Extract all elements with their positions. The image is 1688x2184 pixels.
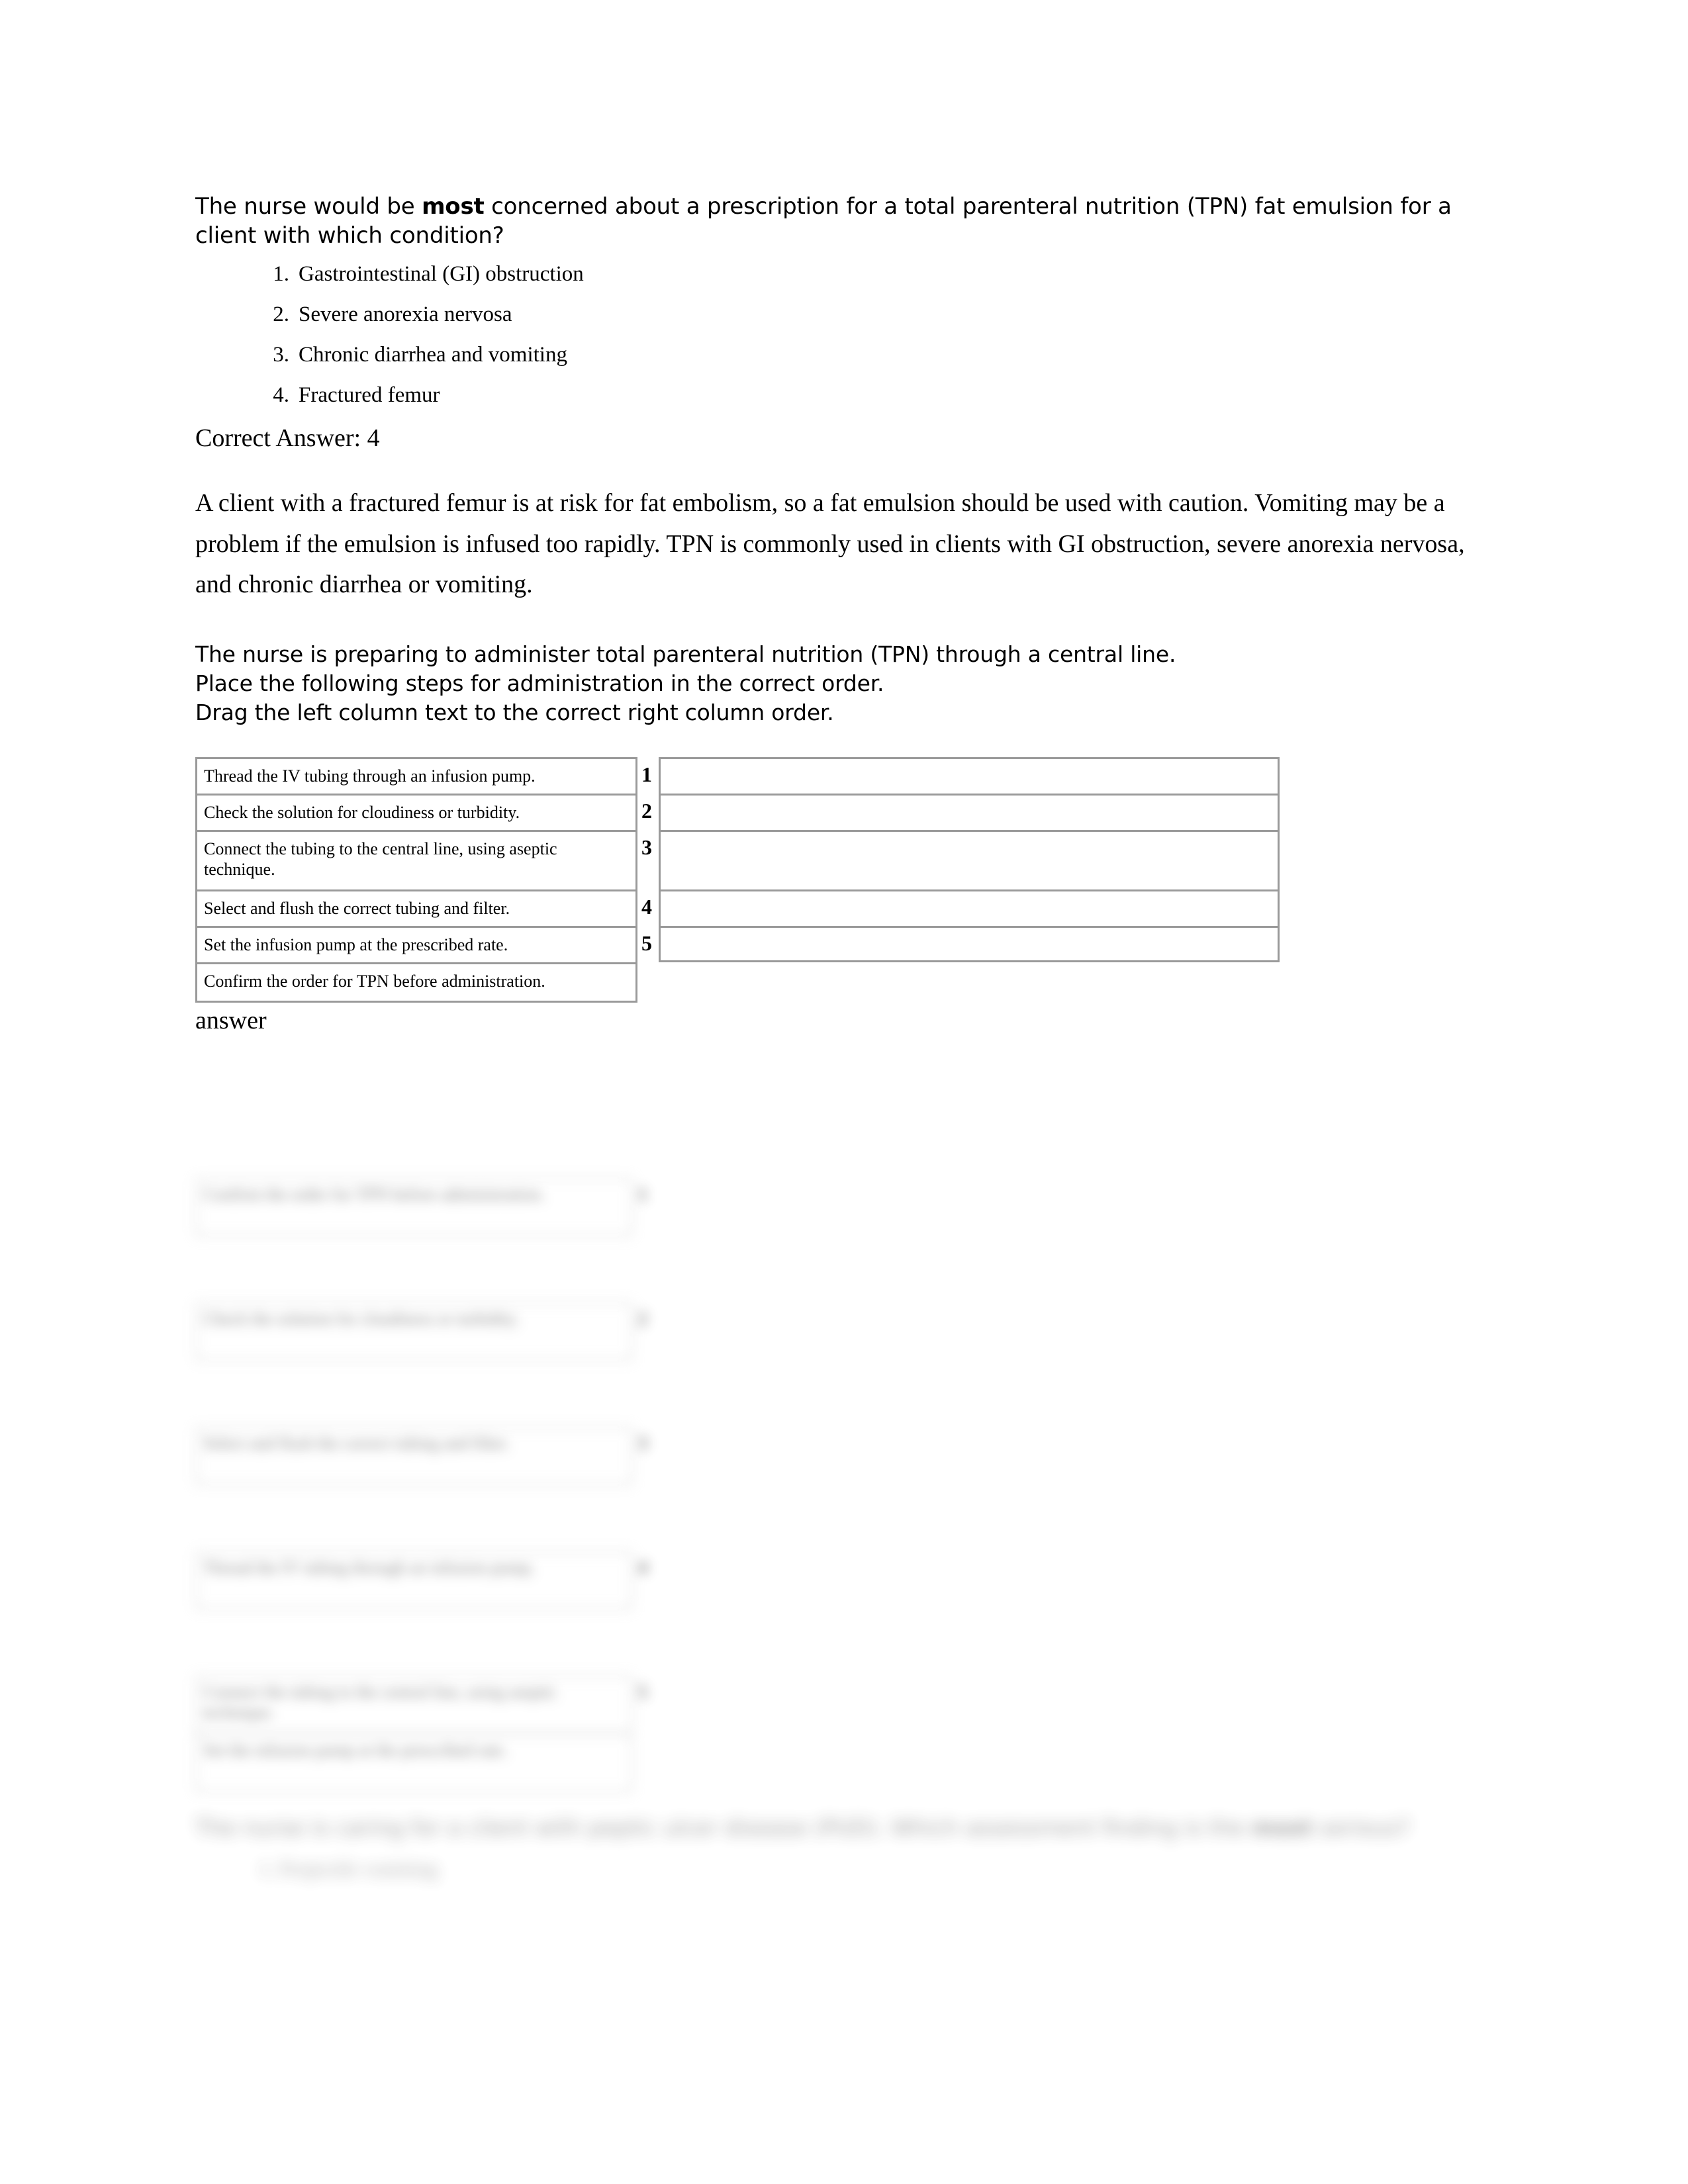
question-3-stem-part-2: serious? [1312, 1815, 1410, 1841]
question-3-stem-part-1: The nurse is caring for a client with pe… [195, 1815, 1252, 1841]
drop-slot-row: 4 [640, 889, 1280, 926]
question-2-instruction: Drag the left column text to the correct… [195, 700, 834, 726]
answer-key-text: Thread the IV tubing through an infusion… [195, 1551, 632, 1610]
question-3-stem: The nurse is caring for a client with pe… [195, 1813, 1479, 1843]
question-2-stem-line-1: The nurse is preparing to administer tot… [195, 641, 1176, 668]
drag-source-column: Thread the IV tubing through an infusion… [195, 756, 637, 1003]
answer-key-number: 2 [637, 1308, 647, 1330]
drop-slot-box[interactable] [659, 793, 1280, 830]
document-content: The nurse would be most concerned about … [195, 192, 1479, 1880]
answer-key-number: 5 [637, 1681, 647, 1703]
answer-key-text: Select and flush the correct tubing and … [195, 1427, 632, 1485]
answer-label: answer [195, 1006, 267, 1034]
answer-key-number: 1 [637, 1183, 647, 1205]
answer-key-row: Confirm the order for TPN before adminis… [195, 1178, 1479, 1236]
answer-key-group: Confirm the order for TPN before adminis… [195, 1178, 1479, 1236]
answer-key-row: Thread the IV tubing through an infusion… [195, 1551, 1479, 1610]
question-3-option-1: 1. Projectile vomiting [259, 1857, 438, 1881]
option-number: 4. [273, 383, 289, 408]
question-1-option-list: 1. Gastrointestinal (GI) obstruction 2. … [195, 262, 1479, 408]
draggable-item[interactable]: Connect the tubing to the central line, … [197, 832, 635, 891]
draggable-item[interactable]: Confirm the order for TPN before adminis… [197, 964, 635, 1001]
drop-slot-box[interactable] [659, 756, 1280, 794]
drop-slot-row: 1 [640, 756, 1280, 794]
drop-slot-box[interactable] [659, 889, 1280, 926]
drop-slot-row: 2 [640, 793, 1280, 830]
option-label: Fractured femur [299, 383, 440, 408]
drop-slot-number: 1 [641, 762, 652, 786]
answer-key-text: Confirm the order for TPN before adminis… [195, 1178, 632, 1236]
draggable-item[interactable]: Select and flush the correct tubing and … [197, 891, 635, 928]
answer-key-group: Connect the tubing to the central line, … [195, 1676, 1479, 1792]
option-number: 3. [273, 343, 289, 367]
answer-key-group: Select and flush the correct tubing and … [195, 1427, 1479, 1485]
question-1-stem-part-1: The nurse would be [195, 193, 422, 220]
correct-answer-line: Correct Answer: 4 [195, 424, 380, 453]
drop-slot-number: 3 [641, 835, 652, 859]
option-label: Chronic diarrhea and vomiting [299, 343, 567, 367]
answer-key-number: 4 [637, 1557, 647, 1578]
drop-slot-number: 4 [641, 894, 652, 919]
answer-key-text: Connect the tubing to the central line, … [195, 1676, 632, 1734]
drop-slot-box[interactable] [659, 925, 1280, 962]
draggable-item[interactable]: Set the infusion pump at the prescribed … [197, 928, 635, 964]
answer-key-row: Connect the tubing to the central line, … [195, 1676, 1479, 1734]
drop-target-column: 1 2 3 4 5 [640, 756, 1280, 962]
next-question-blurred-preview: The nurse is caring for a client with pe… [195, 1813, 1479, 1881]
option-item[interactable]: 1. Gastrointestinal (GI) obstruction [195, 262, 1479, 287]
answer-key-group: Thread the IV tubing through an infusion… [195, 1551, 1479, 1610]
question-3-stem-bold: most [1251, 1815, 1313, 1841]
option-item[interactable]: 4. Fractured femur [195, 383, 1479, 408]
draggable-item[interactable]: Thread the IV tubing through an infusion… [197, 759, 635, 796]
question-2-stem-line-2: Place the following steps for administra… [195, 670, 884, 697]
question-2-stem: The nurse is preparing to administer tot… [195, 640, 1479, 728]
blurred-answer-key: Confirm the order for TPN before adminis… [195, 1178, 1479, 1858]
answer-key-row: Select and flush the correct tubing and … [195, 1427, 1479, 1485]
question-1-stem: The nurse would be most concerned about … [195, 192, 1479, 250]
answer-key-text: Check the solution for cloudiness or tur… [195, 1302, 632, 1361]
drop-slot-number: 2 [641, 798, 652, 823]
answer-key-number [632, 1734, 659, 1792]
question-1-stem-bold: most [422, 193, 485, 220]
answer-key-text: Set the infusion pump at the prescribed … [195, 1734, 632, 1792]
answer-key-number: 3 [637, 1432, 647, 1454]
drop-slot-number: 5 [641, 931, 652, 955]
rationale-paragraph: A client with a fractured femur is at ri… [195, 489, 1465, 599]
answer-key-row: Set the infusion pump at the prescribed … [195, 1734, 1479, 1792]
answer-key-row: Check the solution for cloudiness or tur… [195, 1302, 1479, 1361]
option-number: 1. [273, 262, 289, 287]
draggable-item[interactable]: Check the solution for cloudiness or tur… [197, 796, 635, 832]
document-page: The nurse would be most concerned about … [0, 0, 1688, 2184]
option-label: Severe anorexia nervosa [299, 302, 512, 327]
option-item[interactable]: 3. Chronic diarrhea and vomiting [195, 343, 1479, 367]
option-item[interactable]: 2. Severe anorexia nervosa [195, 302, 1479, 327]
option-number: 2. [273, 302, 289, 327]
option-label: Gastrointestinal (GI) obstruction [299, 262, 584, 287]
answer-key-group: Check the solution for cloudiness or tur… [195, 1302, 1479, 1361]
drop-slot-row: 5 [640, 925, 1280, 962]
drop-slot-box[interactable] [659, 829, 1280, 889]
drop-slot-row: 3 [640, 829, 1280, 889]
drag-and-drop-widget: Thread the IV tubing through an infusion… [195, 756, 1479, 1003]
